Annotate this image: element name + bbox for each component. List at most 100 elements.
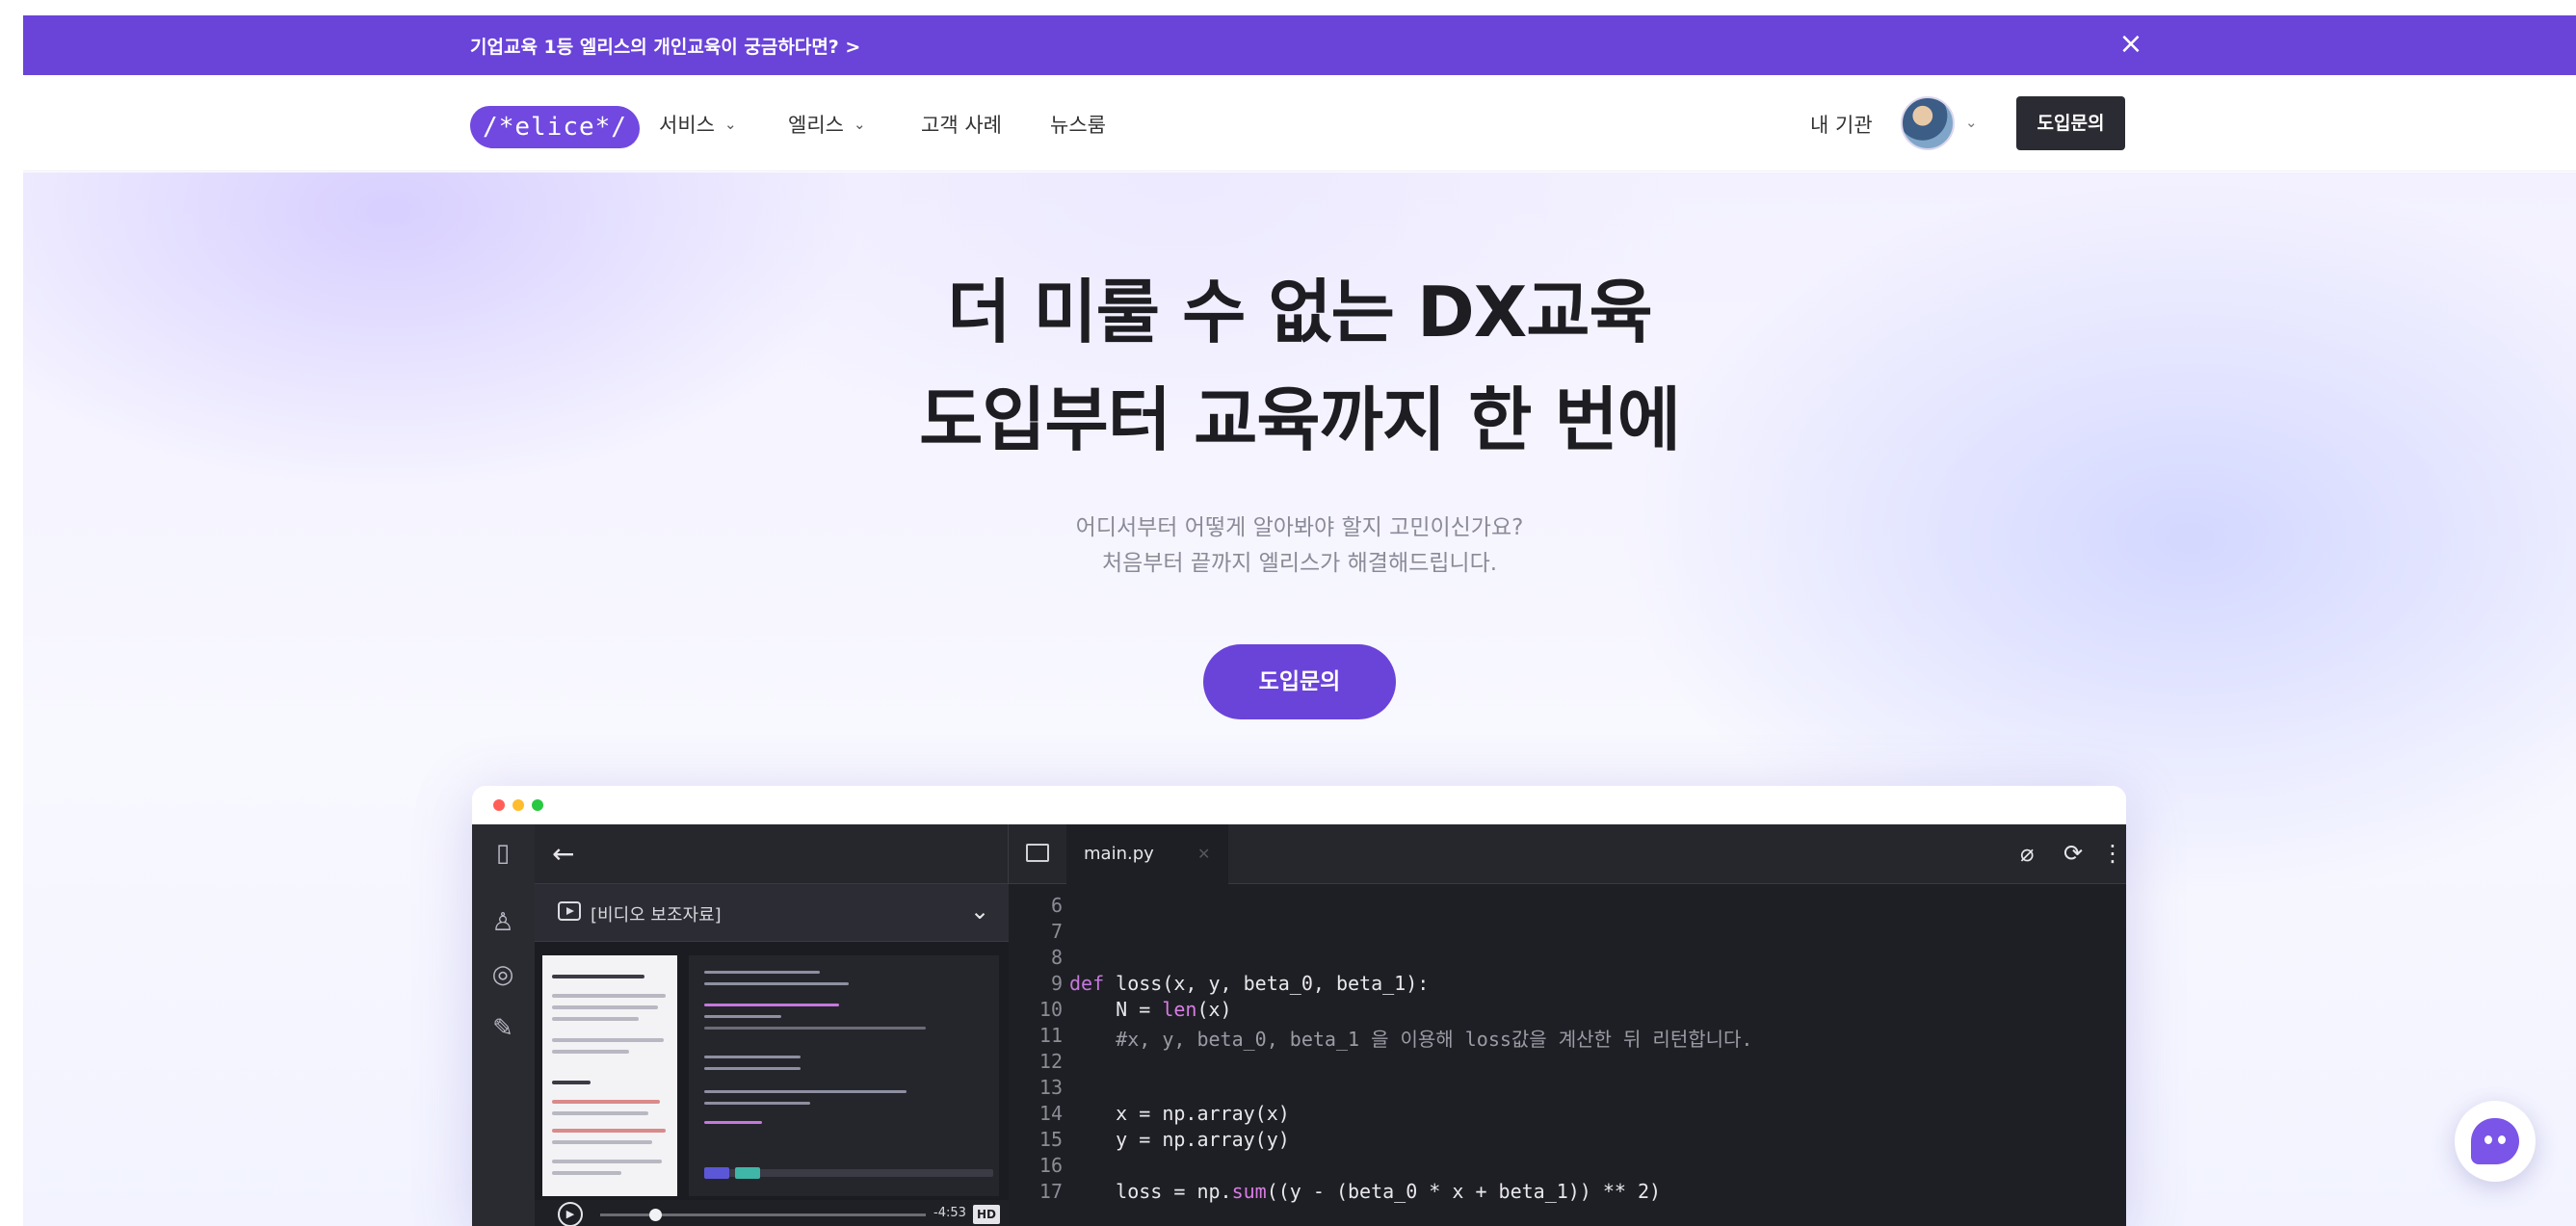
code-text: ((y - (beta_0 * x + beta_1)) ** 2) xyxy=(1266,1180,1662,1203)
mini-code-line xyxy=(704,1090,907,1093)
chatbot-launcher[interactable] xyxy=(2455,1101,2536,1182)
top-nav: /*elice*/ 서비스 ⌄ 엘리스 ⌄ 고객 사례 뉴스룸 내 기관 ⌄ 도… xyxy=(23,75,2576,171)
app-preview-window: ▯ ♙ ◎ ✎ ← [비디오 보조자료] ⌄ ▶ -4:53 HD main.p… xyxy=(472,786,2126,1226)
nav-item-services[interactable]: 서비스 ⌄ xyxy=(659,110,737,139)
line-number: 7 xyxy=(1050,920,1063,943)
video-progress-knob[interactable] xyxy=(649,1209,662,1221)
inquiry-button[interactable]: 도입문의 xyxy=(2016,96,2125,150)
learning-app: ▯ ♙ ◎ ✎ ← [비디오 보조자료] ⌄ ▶ -4:53 HD main.p… xyxy=(472,824,2126,1226)
window-minimize-dot xyxy=(513,799,524,811)
doc-text-line xyxy=(552,1160,662,1163)
chevron-down-icon[interactable]: ⌄ xyxy=(1965,114,1978,131)
mini-code-line xyxy=(704,1067,801,1070)
pencil-icon[interactable]: ✎ xyxy=(487,1013,518,1044)
line-number: 11 xyxy=(1038,1024,1063,1047)
code-text: loss = np. xyxy=(1069,1180,1232,1203)
nav-item-label: 고객 사례 xyxy=(921,114,1002,137)
doc-text-line xyxy=(552,994,666,998)
mini-code-line xyxy=(704,1004,839,1006)
code-comment: #x, y, beta_0, beta_1 을 이용해 loss값을 계산한 뒤… xyxy=(1069,1028,1753,1051)
refresh-icon[interactable]: ⟳ xyxy=(2063,840,2083,867)
promo-banner[interactable]: 기업교육 1등 엘리스의 개인교육이 궁금하다면? > × xyxy=(23,15,2576,75)
doc-text-line xyxy=(552,1111,648,1115)
doc-text-line xyxy=(552,975,644,978)
video-player-controls: ▶ -4:53 HD xyxy=(535,1200,1009,1226)
mini-code-line xyxy=(704,971,820,974)
chatbot-icon xyxy=(2471,1118,2519,1164)
doc-text-line xyxy=(552,1100,660,1104)
mini-code-line xyxy=(704,1015,781,1018)
line-number: 17 xyxy=(1038,1180,1063,1203)
chevron-down-icon[interactable]: ⌄ xyxy=(970,898,989,925)
mini-code-line xyxy=(704,1102,810,1105)
window-maximize-dot xyxy=(532,799,543,811)
video-icon xyxy=(558,901,581,921)
code-line: y = np.array(y) xyxy=(1069,1128,1290,1151)
check-circle-icon[interactable]: ◎ xyxy=(487,959,518,990)
mini-code-line xyxy=(704,982,849,985)
doc-text-line xyxy=(552,1081,591,1084)
video-frame[interactable] xyxy=(535,942,1009,1200)
side-rail: ▯ ♙ ◎ ✎ xyxy=(472,824,535,1226)
doc-text-line xyxy=(552,1017,639,1021)
nav-item-elice[interactable]: 엘리스 ⌄ xyxy=(788,110,866,139)
close-icon[interactable]: × xyxy=(2116,29,2146,60)
nav-item-newsroom[interactable]: 뉴스룸 xyxy=(1050,110,1106,139)
line-number: 14 xyxy=(1038,1102,1063,1125)
hero-subtitle-line2: 처음부터 끝까지 엘리스가 해결해드립니다. xyxy=(1101,551,1498,576)
my-organization-link[interactable]: 내 기관 xyxy=(1810,110,1873,139)
code-line: loss = np.sum((y - (beta_0 * x + beta_1)… xyxy=(1069,1180,1661,1203)
line-number: 13 xyxy=(1038,1076,1063,1099)
lesson-panel-header: ← xyxy=(535,824,1009,884)
line-number: 9 xyxy=(1050,972,1063,995)
hero-inquiry-button[interactable]: 도입문의 xyxy=(1203,644,1396,719)
code-line: N = len(x) xyxy=(1069,998,1231,1021)
video-material-label: [비디오 보조자료] xyxy=(591,905,722,926)
hero-subtitle-line1: 어디서부터 어떻게 알아봐야 할지 고민이신가요? xyxy=(1075,515,1524,540)
mini-code-line xyxy=(704,1027,926,1030)
play-icon[interactable]: ▶ xyxy=(558,1202,583,1226)
mini-run-button xyxy=(704,1167,729,1179)
doc-text-line xyxy=(552,1050,629,1054)
video-progress-track[interactable] xyxy=(600,1209,926,1221)
code-line: x = np.array(x) xyxy=(1069,1102,1290,1125)
mini-submit-button xyxy=(735,1167,760,1179)
more-vert-icon[interactable]: ⋮ xyxy=(2101,840,2124,867)
doc-text-line xyxy=(552,1038,664,1042)
attach-icon[interactable]: ⌀ xyxy=(2020,840,2034,867)
doc-text-line xyxy=(552,1129,666,1133)
nav-item-label: 엘리스 xyxy=(788,114,844,137)
code-line: def loss(x, y, beta_0, beta_1): xyxy=(1069,972,1429,995)
hd-quality-toggle[interactable]: HD xyxy=(973,1205,1000,1224)
video-code-preview xyxy=(689,955,999,1196)
chevron-down-icon: ⌄ xyxy=(723,116,737,133)
line-number: 10 xyxy=(1038,998,1063,1021)
line-number: 16 xyxy=(1038,1154,1063,1177)
book-icon[interactable]: ▯ xyxy=(487,838,518,869)
avatar[interactable] xyxy=(1901,96,1955,150)
nav-item-customer-cases[interactable]: 고객 사례 xyxy=(921,110,1002,139)
close-icon[interactable]: ✕ xyxy=(1197,824,1210,884)
lesson-panel: ← [비디오 보조자료] ⌄ ▶ -4:53 HD xyxy=(535,824,1009,1226)
person-icon[interactable]: ♙ xyxy=(487,907,518,938)
video-material-select[interactable]: [비디오 보조자료] ⌄ xyxy=(535,884,1009,942)
doc-text-line xyxy=(552,1140,652,1144)
elice-logo[interactable]: /*elice*/ xyxy=(470,106,640,148)
promo-banner-text[interactable]: 기업교육 1등 엘리스의 개인교육이 궁금하다면? > xyxy=(470,33,860,59)
chatbot-eye xyxy=(2484,1135,2492,1144)
tab-main-py[interactable]: main.py ✕ xyxy=(1066,824,1228,884)
window-close-dot xyxy=(493,799,505,811)
back-arrow-icon[interactable]: ← xyxy=(552,838,574,870)
doc-text-line xyxy=(552,1005,658,1009)
nav-item-label: 뉴스룸 xyxy=(1050,114,1106,137)
hero-title-line1: 더 미룰 수 없는 DX교육 xyxy=(947,272,1652,352)
folder-icon[interactable] xyxy=(1026,844,1049,862)
mini-code-line xyxy=(704,1056,801,1058)
code-builtin: sum xyxy=(1231,1180,1267,1203)
window-titlebar xyxy=(472,786,2126,824)
hero-title-line2: 도입부터 교육까지 한 번에 xyxy=(919,379,1681,460)
code-keyword: def xyxy=(1069,972,1105,995)
nav-item-label: 서비스 xyxy=(659,114,715,137)
tab-label: main.py xyxy=(1084,844,1154,864)
mini-code-line xyxy=(704,1121,762,1124)
